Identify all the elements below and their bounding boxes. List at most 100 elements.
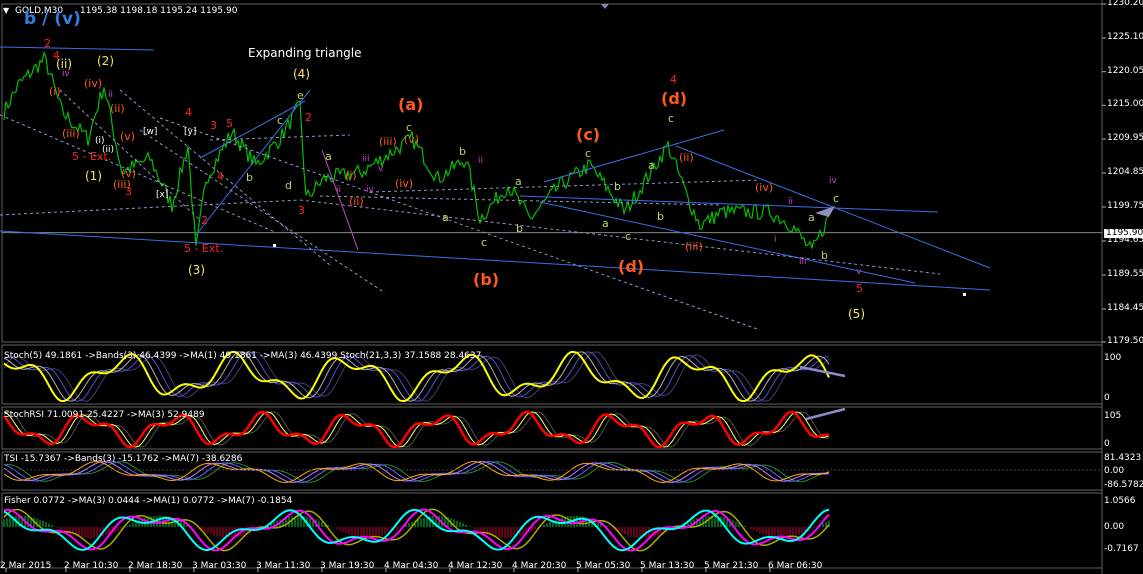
wave-label: a <box>602 217 609 230</box>
wave-label: b <box>821 249 828 262</box>
fisher-axis-mid: 0.00 <box>1104 522 1125 532</box>
wave-label: (c) <box>576 125 601 144</box>
price-tick-label: 1184.45 <box>1107 303 1143 313</box>
pane-frame-0 <box>1 3 1103 343</box>
wave-label: 5 <box>856 282 863 295</box>
wave-label: (v) <box>404 133 420 146</box>
wave-label: b <box>459 145 466 158</box>
wave-label: b <box>614 180 621 193</box>
chart-canvas <box>0 0 1106 574</box>
wave-label: c <box>481 236 488 249</box>
fisher-axis-bottom: -0.7167 <box>1104 544 1139 554</box>
wave-label: (1) <box>85 169 102 183</box>
trend-line <box>0 114 276 233</box>
price-tick-label: 1230.20 <box>1107 0 1143 8</box>
wave-label: (iv) <box>755 181 774 194</box>
wave-label: i <box>774 235 777 245</box>
wave-label: (d) <box>618 257 645 276</box>
tsi-indicator-label: TSI -15.7367 ->Bands(3) -15.1762 ->MA(7)… <box>4 454 243 464</box>
wave-label: 4 <box>185 106 192 119</box>
wave-label: (3) <box>188 263 205 277</box>
time-tick-label: 4 Mar 12:30 <box>448 561 503 571</box>
fisher-indicator-label: Fisher 0.0772 ->MA(3) 0.0444 ->MA(1) 0.0… <box>4 496 293 506</box>
time-tick-label: 2 Mar 18:30 <box>128 561 183 571</box>
tsi-line <box>3 460 830 484</box>
wave-label: a <box>648 159 655 172</box>
wave-label: iii <box>799 257 807 267</box>
wave-label: iv <box>62 69 70 79</box>
price-series-line <box>3 51 829 250</box>
wave-label: (i) <box>49 85 61 98</box>
wave-label: (ii) <box>349 195 364 208</box>
trend-line <box>119 89 331 266</box>
wave-label: a <box>442 211 449 224</box>
wave-label: (iv) <box>395 177 414 190</box>
trend-line <box>0 46 155 51</box>
tsi-line <box>3 461 830 483</box>
wave-label: a <box>808 211 815 224</box>
time-tick-label: 5 Mar 05:30 <box>576 561 631 571</box>
fisher-axis-top: 1.0566 <box>1104 496 1136 506</box>
price-tick-label: 1199.75 <box>1107 201 1143 211</box>
wave-label: 2 <box>305 111 312 124</box>
wave-label: c <box>277 114 284 127</box>
wave-label: d <box>285 179 292 192</box>
wave-label: b <box>246 171 253 184</box>
price-tick-label: 1209.95 <box>1107 133 1143 143</box>
wave-label: (5) <box>848 307 865 321</box>
time-tick-label: 2 Mar 10:30 <box>64 561 119 571</box>
wave-label: ii <box>478 156 484 166</box>
wave-label: iii <box>362 154 370 164</box>
wave-label: v <box>856 267 862 277</box>
tsi-line <box>3 461 830 483</box>
wave-label: ii <box>108 90 114 100</box>
time-tick-label: 2 Mar 2015 <box>0 561 52 571</box>
stoch-axis-bottom: 0 <box>1104 393 1110 403</box>
wave-label: (4) <box>293 67 310 81</box>
stochrsi-axis-bottom: 0 <box>1104 439 1110 449</box>
wave-label: (ii) <box>110 102 125 115</box>
tsi-axis-bottom: -86.5782 <box>1104 480 1143 490</box>
price-tick-label: 1189.55 <box>1107 269 1143 279</box>
wave-label: 4 <box>670 73 677 86</box>
wave-label: 3 <box>210 119 217 132</box>
wave-label: v <box>378 164 384 174</box>
wave-label: (2) <box>97 54 114 68</box>
time-tick-label: 6 Mar 06:30 <box>768 561 823 571</box>
wave-label: ii <box>788 197 794 207</box>
wave-label: 3 <box>125 185 132 198</box>
chart-title: Expanding triangle <box>248 46 362 60</box>
trend-anchor-point <box>273 244 276 247</box>
wave-label: c <box>668 112 675 125</box>
stoch-arrow-icon <box>799 365 846 378</box>
chart-menu-icon[interactable]: ▼ <box>3 7 9 15</box>
stochrsi-axis-top: 105 <box>1104 411 1122 421</box>
wave-label: (iv) <box>84 77 103 90</box>
wave-label: (v) <box>121 167 137 180</box>
wave-label: [y] <box>184 127 197 137</box>
tsi-line <box>3 460 830 483</box>
price-tick-label: 1225.10 <box>1107 32 1143 42</box>
corner-wave-label: b / (v) <box>24 9 81 29</box>
time-tick-label: 3 Mar 03:30 <box>192 561 247 571</box>
wave-label: 3 <box>298 204 305 217</box>
time-tick-label: 3 Mar 19:30 <box>320 561 375 571</box>
wave-label: c <box>625 230 632 243</box>
time-tick-label: 5 Mar 21:30 <box>704 561 759 571</box>
wave-label: (iii) <box>62 127 80 140</box>
wave-label: b <box>657 210 664 223</box>
time-tick-label: 3 Mar 11:30 <box>256 561 311 571</box>
stoch-indicator-label: Stoch(5) 49.1861 ->Bands(3) 46.4399 ->MA… <box>4 351 482 361</box>
wave-label: [x] <box>156 190 169 200</box>
wave-label: iv <box>829 176 837 186</box>
trend-anchor-point <box>963 293 966 296</box>
wave-label: e <box>297 89 304 102</box>
wave-label: b <box>516 222 523 235</box>
wave-label: (d) <box>661 89 688 108</box>
wave-label: c <box>406 121 413 134</box>
time-tick-label: 4 Mar 04:30 <box>384 561 439 571</box>
price-tick-label: 1179.50 <box>1107 336 1143 346</box>
wave-label: (b) <box>473 270 500 289</box>
wave-label: 5 <box>226 117 233 130</box>
price-tick-label: 1204.85 <box>1107 167 1143 177</box>
